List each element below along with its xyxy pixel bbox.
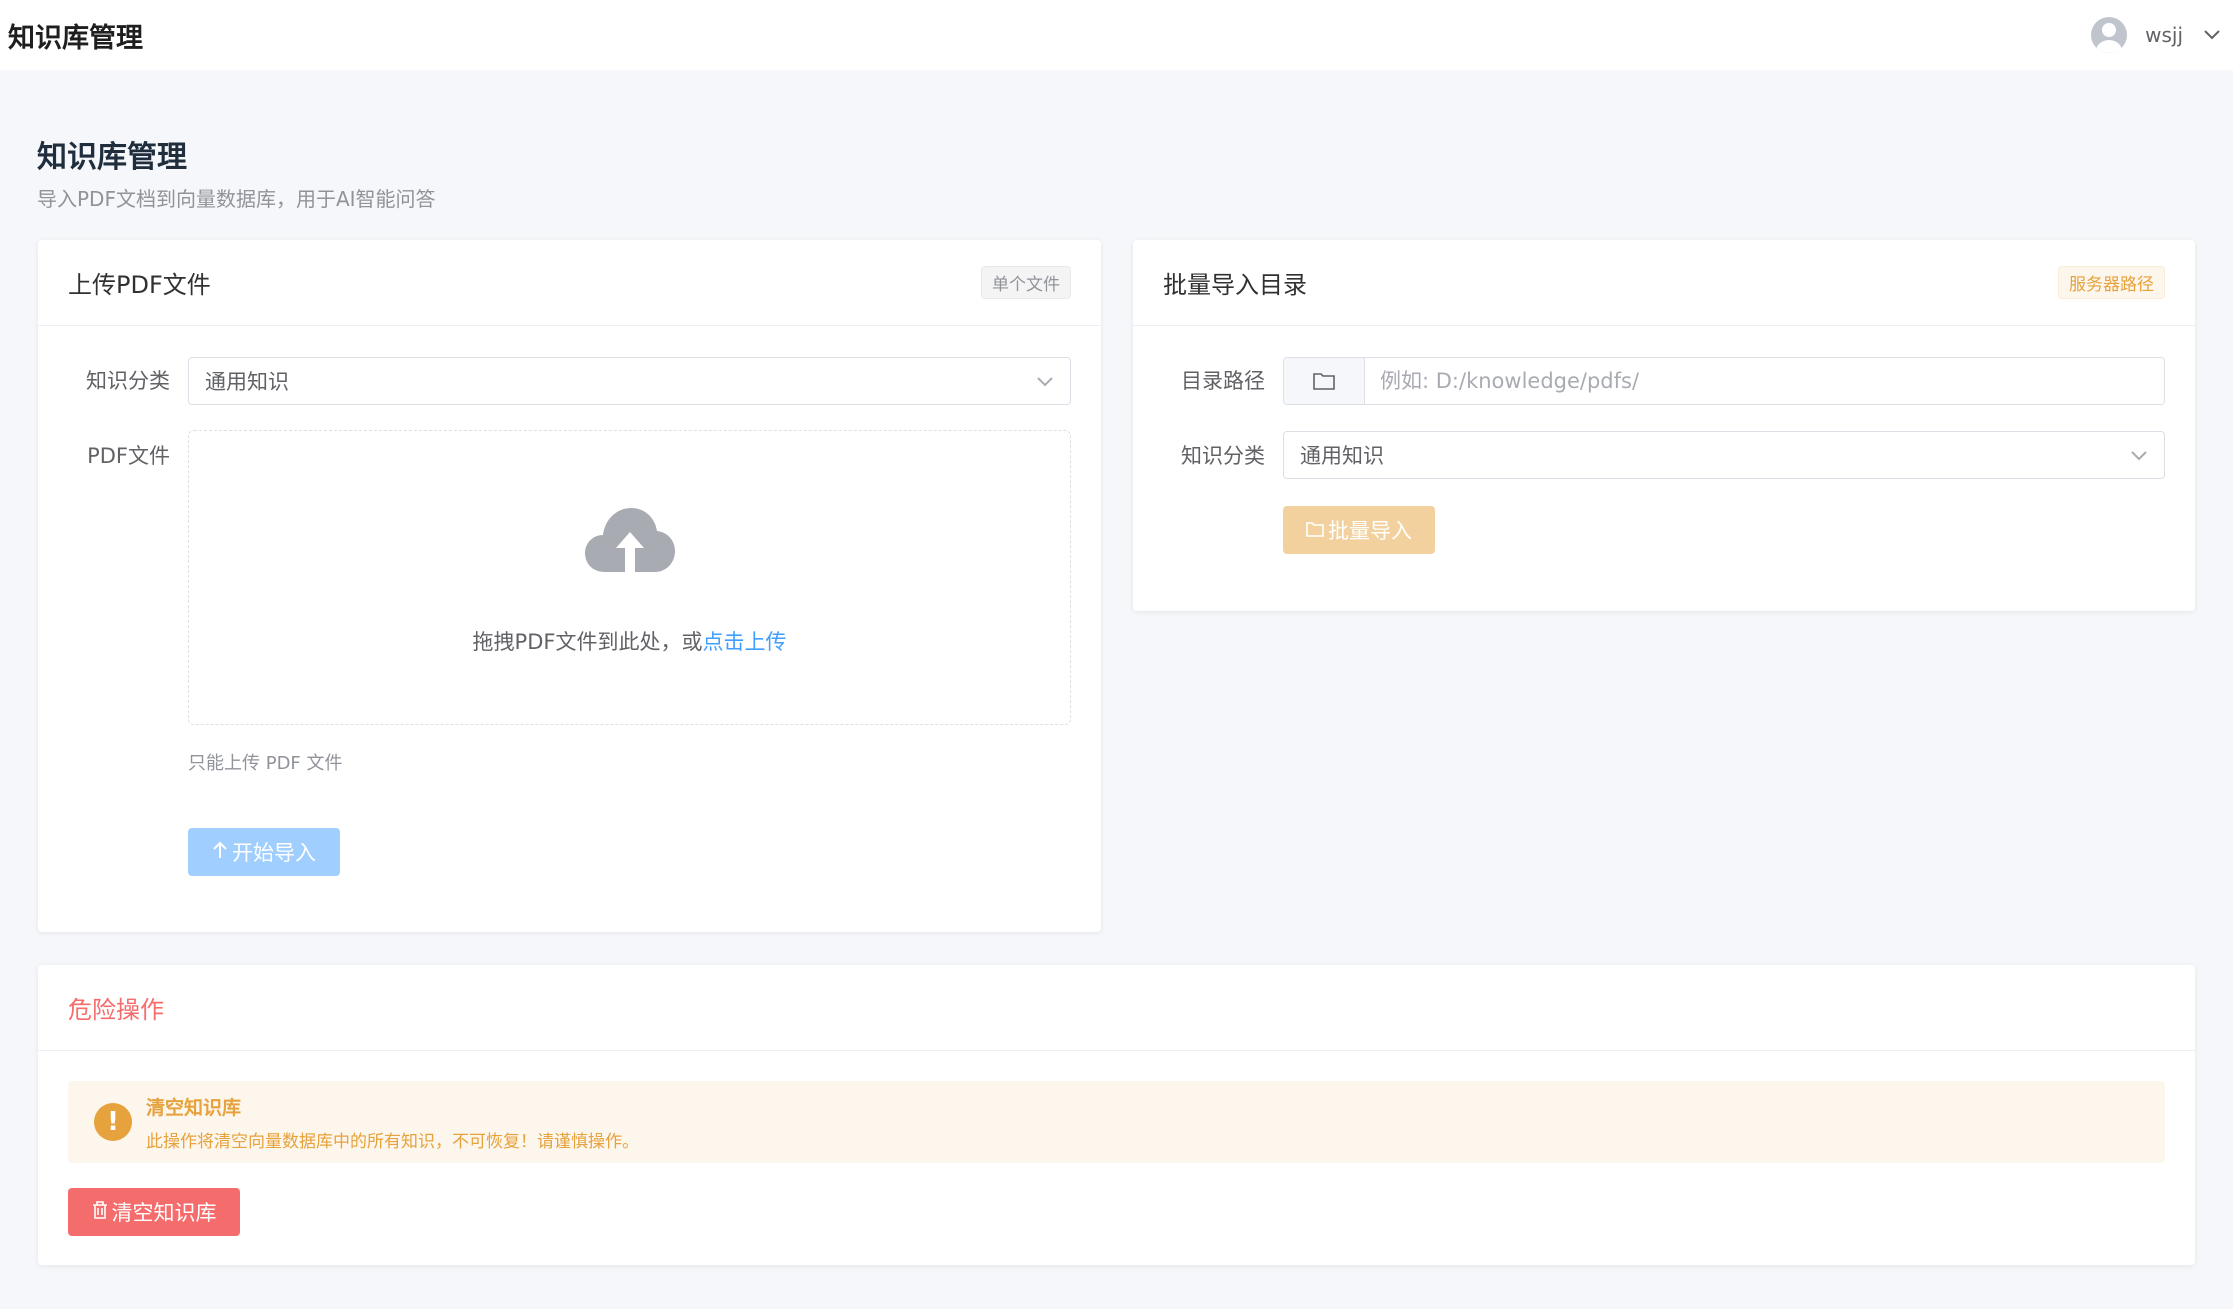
server-path-tag: 服务器路径 — [2058, 266, 2165, 299]
top-bar: 知识库管理 wsjj — [0, 0, 2233, 70]
batch-card-title: 批量导入目录 — [1163, 271, 1307, 299]
chevron-down-icon — [1036, 369, 1054, 393]
danger-card: 危险操作 ! 清空知识库 此操作将清空向量数据库中的所有知识，不可恢复！请谨慎操… — [38, 965, 2195, 1265]
chevron-down-icon[interactable] — [2201, 24, 2223, 46]
upload-dropzone[interactable]: 拖拽PDF文件到此处，或点击上传 — [188, 430, 1071, 725]
username[interactable]: wsjj — [2145, 23, 2183, 47]
upload-cloud-icon — [585, 506, 675, 578]
click-upload-link[interactable]: 点击上传 — [702, 630, 786, 654]
folder-open-icon — [1306, 518, 1324, 542]
directory-path-label: 目录路径 — [1181, 369, 1265, 393]
batch-import-label: 批量导入 — [1328, 519, 1412, 543]
clear-knowledge-button[interactable]: 清空知识库 — [68, 1188, 240, 1236]
page-title: 知识库管理 — [37, 140, 187, 175]
warning-icon: ! — [94, 1103, 132, 1141]
category-select-value: 通用知识 — [205, 370, 289, 394]
batch-category-value: 通用知识 — [1300, 444, 1384, 468]
upload-hint: 只能上传 PDF 文件 — [188, 753, 343, 774]
upload-drop-text: 拖拽PDF文件到此处，或点击上传 — [189, 626, 1070, 656]
folder-icon — [1284, 358, 1365, 404]
directory-path-input[interactable] — [1365, 358, 2164, 404]
danger-card-title: 危险操作 — [68, 996, 164, 1024]
batch-import-button[interactable]: 批量导入 — [1283, 506, 1435, 554]
batch-import-card: 批量导入目录 服务器路径 目录路径 知识分类 通用知识 批量导入 — [1133, 240, 2195, 611]
single-file-tag: 单个文件 — [981, 266, 1071, 299]
directory-path-field[interactable] — [1283, 357, 2165, 405]
page-subtitle: 导入PDF文档到向量数据库，用于AI智能问答 — [37, 187, 436, 211]
alert-description: 此操作将清空向量数据库中的所有知识，不可恢复！请谨慎操作。 — [146, 1132, 639, 1152]
upload-instruction: 拖拽PDF文件到此处，或 — [472, 630, 703, 654]
clear-knowledge-label: 清空知识库 — [111, 1201, 217, 1225]
clear-warning-alert: ! 清空知识库 此操作将清空向量数据库中的所有知识，不可恢复！请谨慎操作。 — [68, 1081, 2165, 1163]
pdf-file-label: PDF文件 — [87, 444, 170, 468]
upload-card: 上传PDF文件 单个文件 知识分类 通用知识 PDF文件 拖拽PDF文件到此处，… — [38, 240, 1101, 932]
alert-title: 清空知识库 — [146, 1097, 242, 1119]
upload-arrow-icon — [212, 840, 228, 864]
app-title: 知识库管理 — [8, 22, 143, 54]
batch-category-label: 知识分类 — [1181, 444, 1265, 468]
batch-category-select[interactable]: 通用知识 — [1283, 431, 2165, 479]
start-import-label: 开始导入 — [232, 841, 316, 865]
start-import-button[interactable]: 开始导入 — [188, 828, 340, 876]
danger-card-header: 危险操作 — [38, 965, 2195, 1051]
batch-card-header: 批量导入目录 服务器路径 — [1133, 240, 2195, 326]
category-select[interactable]: 通用知识 — [188, 357, 1071, 405]
chevron-down-icon — [2130, 443, 2148, 467]
user-menu[interactable]: wsjj — [2091, 17, 2223, 53]
upload-card-title: 上传PDF文件 — [68, 271, 211, 299]
user-avatar-icon[interactable] — [2091, 17, 2128, 53]
upload-card-header: 上传PDF文件 单个文件 — [38, 240, 1101, 326]
trash-icon — [92, 1200, 108, 1224]
category-label: 知识分类 — [86, 369, 170, 393]
